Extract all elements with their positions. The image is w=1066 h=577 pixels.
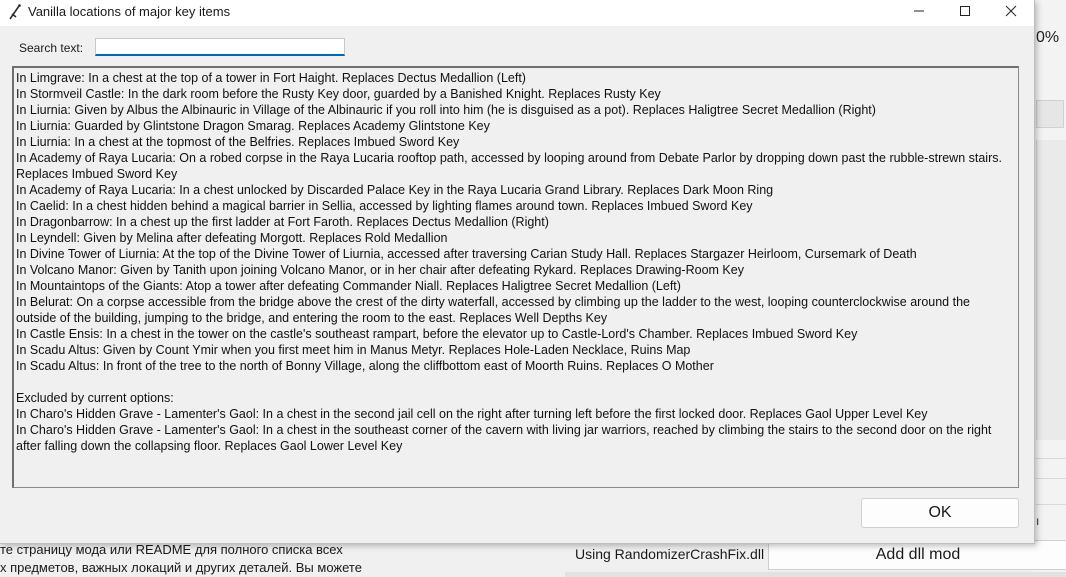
add-dll-mod-button[interactable]: Add dll mod — [768, 540, 1066, 570]
results-line: In Liurnia: Guarded by Glintstone Dragon… — [16, 119, 490, 133]
results-line: In Leyndell: Given by Melina after defea… — [16, 231, 448, 245]
results-line: In Academy of Raya Lucaria: In a chest u… — [16, 183, 774, 197]
results-line: In Academy of Raya Lucaria: On a robed c… — [16, 151, 1002, 181]
close-button[interactable] — [988, 0, 1034, 26]
results-line: In Liurnia: Given by Albus the Albinauri… — [16, 103, 876, 117]
sword-icon — [7, 3, 23, 21]
results-line: In Divine Tower of Liurnia: At the top o… — [16, 247, 917, 261]
background-dll-label: Using RandomizerCrashFix.dll — [575, 546, 765, 562]
results-line: In Scadu Altus: Given by Count Ymir when… — [16, 343, 691, 357]
results-line: In Stormveil Castle: In the dark room be… — [16, 87, 661, 101]
title-bar[interactable]: Vanilla locations of major key items — [0, 0, 1034, 26]
close-icon — [1005, 4, 1017, 22]
background-divider — [1036, 504, 1066, 505]
background-divider — [1036, 458, 1066, 459]
ok-button[interactable]: OK — [861, 498, 1019, 528]
results-line: In Castle Ensis: In a chest in the tower… — [16, 327, 858, 341]
background-divider — [1036, 478, 1066, 479]
results-line: Excluded by current options: — [16, 391, 174, 405]
results-line: In Charo's Hidden Grave - Lamenter's Gao… — [16, 423, 992, 453]
minimize-icon — [913, 4, 925, 22]
search-input[interactable] — [95, 38, 345, 56]
results-line: In Dragonbarrow: In a chest up the first… — [16, 215, 549, 229]
results-line: In Volcano Manor: Given by Tanith upon j… — [16, 263, 744, 277]
background-panel-strip — [1036, 140, 1066, 440]
background-bottom-strip — [565, 572, 1066, 577]
maximize-icon — [959, 4, 971, 22]
search-label: Search text: — [19, 41, 84, 55]
results-line: In Charo's Hidden Grave - Lamenter's Gao… — [16, 407, 928, 421]
maximize-button[interactable] — [942, 0, 988, 26]
results-line: In Belurat: On a corpse accessible from … — [16, 295, 970, 325]
results-text-area[interactable]: In Limgrave: In a chest at the top of a … — [12, 66, 1019, 488]
results-blank-line — [16, 374, 1012, 390]
key-items-dialog: Vanilla locations of major key items Sea… — [0, 0, 1035, 544]
results-line: In Scadu Altus: In front of the tree to … — [16, 359, 714, 373]
window-title: Vanilla locations of major key items — [28, 4, 231, 19]
results-line: In Liurnia: In a chest at the topmost of… — [16, 135, 460, 149]
minimize-button[interactable] — [896, 0, 942, 26]
results-line: In Caelid: In a chest hidden behind a ma… — [16, 199, 753, 213]
background-glyph: ı — [1036, 514, 1040, 528]
results-line: In Mountaintops of the Giants: Atop a to… — [16, 279, 681, 293]
background-description-text: те страницу мода или README для полного … — [0, 542, 362, 575]
background-input-box[interactable] — [1036, 100, 1064, 128]
background-percent-text: 0% — [1036, 29, 1060, 46]
results-line: In Limgrave: In a chest at the top of a … — [16, 71, 526, 85]
